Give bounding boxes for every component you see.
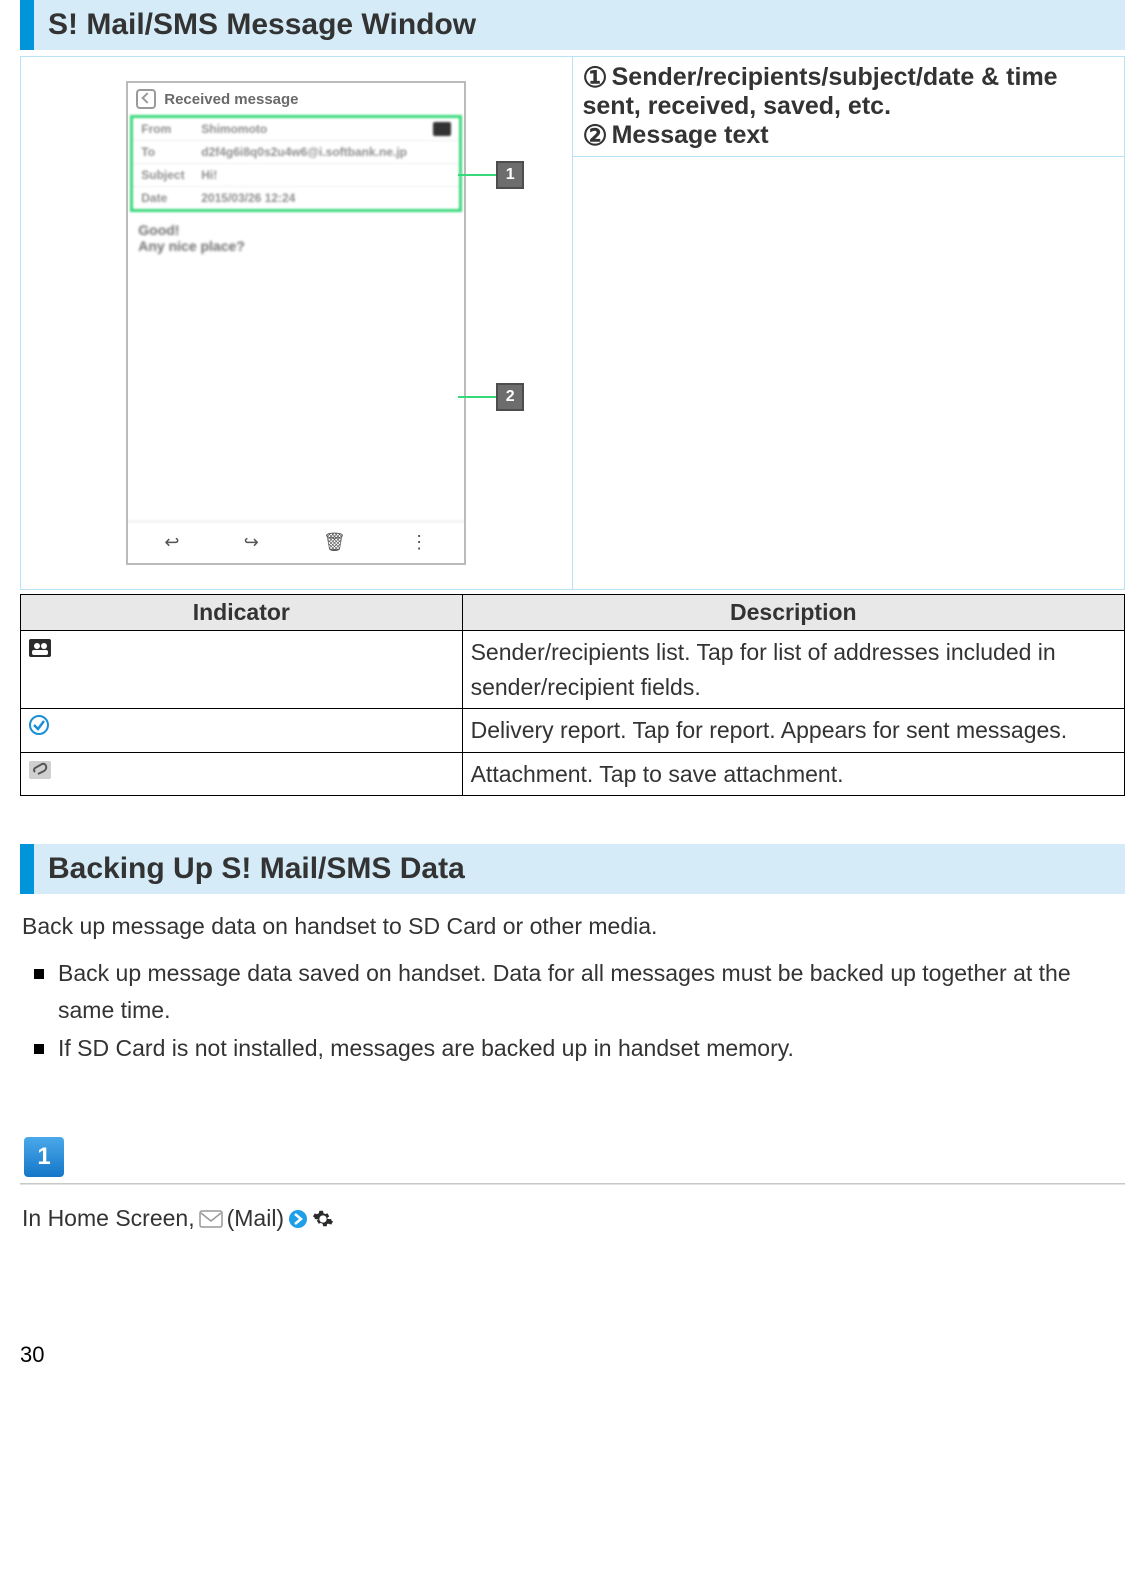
attachment-icon: [29, 758, 51, 785]
date-value: 2015/03/26 12:24: [201, 191, 451, 205]
body-line: Any nice place?: [138, 238, 454, 254]
message-window-layout: Received message From Shimomoto To d2f4g…: [20, 56, 1125, 590]
delete-icon: 🗑: [323, 532, 346, 553]
step-divider: [20, 1183, 1125, 1185]
legend-cell: ①Sender/recipients/subject/date & time s…: [573, 57, 1125, 157]
phone-titlebar: Received message: [128, 83, 464, 115]
mail-label: (Mail): [227, 1205, 285, 1232]
th-indicator: Indicator: [21, 595, 463, 631]
list-item: If SD Card is not installed, messages ar…: [30, 1030, 1125, 1067]
delivery-check-icon: [29, 714, 49, 741]
contacts-badge-icon: [433, 122, 451, 136]
backup-intro: Back up message data on handset to SD Ca…: [22, 908, 1123, 945]
subject-label: Subject: [141, 168, 201, 182]
step-number-badge: 1: [24, 1137, 64, 1177]
to-label: To: [141, 145, 201, 159]
back-icon: [136, 89, 156, 109]
legend-text: Sender/recipients/subject/date & time se…: [583, 63, 1058, 120]
table-row: Attachment. Tap to save attachment.: [21, 752, 1125, 796]
indicator-table: Indicator Description Sender/recipients …: [20, 594, 1125, 796]
phone-screenshot-cell: Received message From Shimomoto To d2f4g…: [21, 57, 573, 589]
callout-2: 2: [458, 383, 524, 411]
section-heading-message-window: S! Mail/SMS Message Window: [20, 0, 1125, 50]
description-cell: Sender/recipients list. Tap for list of …: [462, 631, 1124, 709]
th-description: Description: [462, 595, 1124, 631]
circled-2-icon: ②: [583, 122, 608, 150]
to-value: d2f4g6i8q0s2u4w6@i.softbank.ne.jp: [201, 145, 451, 159]
date-label: Date: [141, 191, 201, 205]
description-cell: Attachment. Tap to save attachment.: [462, 752, 1124, 796]
list-item: Back up message data saved on handset. D…: [30, 955, 1125, 1029]
table-row: Sender/recipients list. Tap for list of …: [21, 631, 1125, 709]
indicator-cell: [21, 752, 463, 796]
backup-bullet-list: Back up message data saved on handset. D…: [30, 955, 1125, 1067]
step-instruction: In Home Screen, (Mail): [22, 1205, 1125, 1232]
phone-toolbar: ↩ ↪ 🗑 ⋮: [128, 522, 464, 563]
description-cell: Delivery report. Tap for report. Appears…: [462, 709, 1124, 753]
message-body: Good! Any nice place?: [128, 212, 464, 522]
legend-text: Message text: [612, 121, 769, 149]
indicator-cell: [21, 709, 463, 753]
phone-mockup: Received message From Shimomoto To d2f4g…: [126, 81, 466, 565]
gear-icon: [312, 1208, 334, 1230]
from-value: Shimomoto: [201, 122, 433, 136]
message-header-block: From Shimomoto To d2f4g6i8q0s2u4w6@i.sof…: [130, 115, 462, 212]
mail-app-icon: [199, 1208, 223, 1230]
legend-item-1: ①Sender/recipients/subject/date & time s…: [583, 63, 1115, 121]
callout-1: 1: [458, 161, 524, 189]
table-row: Delivery report. Tap for report. Appears…: [21, 709, 1125, 753]
circled-1-icon: ①: [583, 64, 608, 92]
body-line: Good!: [138, 222, 454, 238]
people-icon: [29, 636, 51, 663]
reply-all-icon: ↪: [244, 532, 259, 553]
arrow-next-icon: [288, 1209, 308, 1229]
page-number: 30: [20, 1342, 1125, 1368]
section-heading-backup: Backing Up S! Mail/SMS Data: [20, 844, 1125, 894]
overflow-icon: ⋮: [410, 532, 428, 553]
legend-item-2: ②Message text: [583, 121, 1115, 150]
indicator-cell: [21, 631, 463, 709]
subject-value: Hi!: [201, 168, 451, 182]
from-label: From: [141, 122, 201, 136]
phone-title: Received message: [164, 91, 298, 108]
step-text-pre: In Home Screen,: [22, 1205, 195, 1232]
reply-icon: ↩: [164, 532, 179, 553]
